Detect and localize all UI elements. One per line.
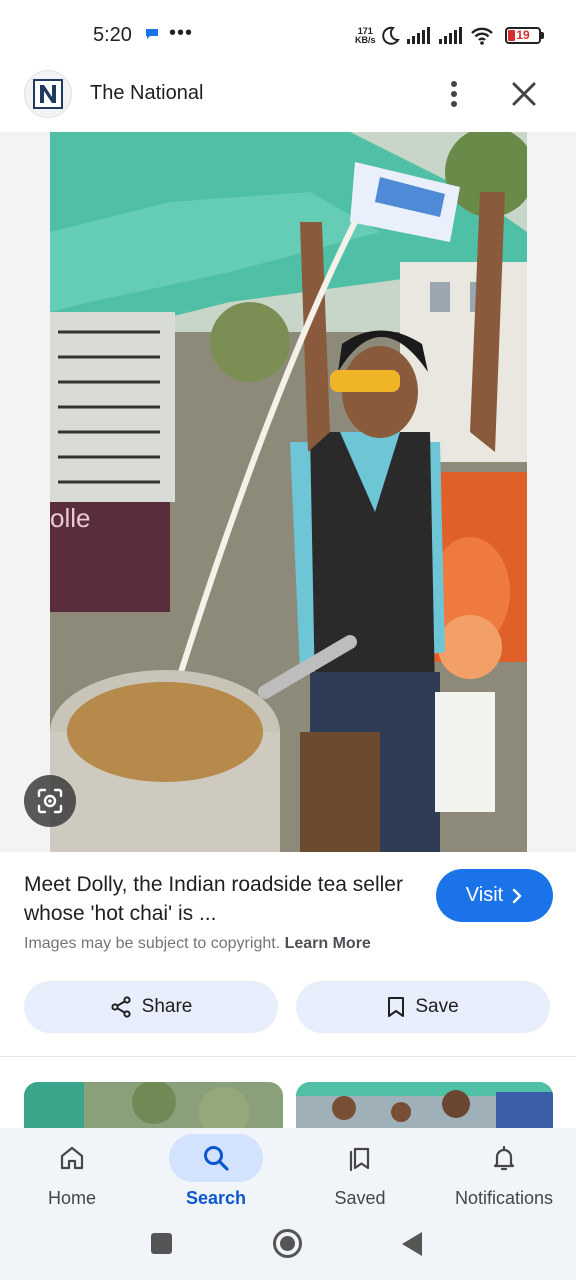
more-options-icon[interactable]: [440, 78, 468, 110]
related-image-2[interactable]: [296, 1082, 553, 1130]
site-logo[interactable]: [24, 70, 72, 118]
wifi-icon: [471, 27, 493, 45]
image-viewer: olle: [0, 132, 576, 852]
share-button[interactable]: Share: [24, 981, 278, 1033]
status-icons: [380, 24, 494, 48]
message-icon: [146, 29, 158, 39]
network-speed: 171 KB/s: [355, 27, 376, 45]
divider: [0, 1056, 576, 1057]
nav-search[interactable]: Search: [144, 1128, 288, 1220]
status-bar: 5:20 ••• 171 KB/s 19: [0, 0, 576, 70]
bookmark-icon: [388, 997, 405, 1017]
search-icon: [196, 1142, 236, 1174]
share-icon: [111, 996, 131, 1018]
bell-icon: [484, 1142, 524, 1174]
copyright-text: Images may be subject to copyright.: [24, 935, 281, 952]
signal-icon-2: [439, 27, 462, 44]
main-image[interactable]: olle: [50, 132, 527, 852]
learn-more-link[interactable]: Learn More: [285, 935, 371, 952]
site-title[interactable]: The National: [90, 82, 203, 105]
battery-percent: 19: [516, 28, 530, 42]
copyright-notice: Images may be subject to copyright. Lear…: [24, 935, 371, 953]
back-button[interactable]: [402, 1232, 422, 1256]
nav-home-label: Home: [47, 1188, 96, 1208]
share-label: Share: [141, 996, 193, 1017]
chevron-right-icon: [513, 888, 522, 903]
related-image-2-preview: [296, 1082, 553, 1130]
bottom-navigation: Home Search Saved Notifications: [0, 1128, 576, 1220]
nav-notifications-label: Notifications: [454, 1188, 554, 1208]
related-image-1-preview: [24, 1082, 283, 1130]
lens-search-button[interactable]: [24, 775, 76, 827]
battery-tip: [541, 32, 544, 39]
lens-camera-icon: [37, 788, 63, 814]
saved-icon: [340, 1142, 380, 1174]
moon-icon: [382, 26, 400, 45]
network-speed-unit: KB/s: [355, 35, 376, 45]
nav-saved-label: Saved: [334, 1188, 386, 1208]
recent-apps-button[interactable]: [151, 1233, 172, 1254]
visit-button-label: Visit: [465, 884, 504, 906]
related-image-1[interactable]: [24, 1082, 283, 1130]
the-national-logo-icon: [33, 79, 63, 109]
viewer-header: The National: [0, 70, 576, 132]
save-button[interactable]: Save: [296, 981, 550, 1033]
status-time: 5:20: [93, 24, 132, 46]
battery-icon: 19: [505, 27, 541, 44]
save-label: Save: [415, 996, 459, 1017]
system-home-button[interactable]: [273, 1229, 302, 1258]
nav-saved[interactable]: Saved: [288, 1128, 432, 1220]
nav-notifications[interactable]: Notifications: [432, 1128, 576, 1220]
home-icon: [52, 1142, 92, 1174]
result-title[interactable]: Meet Dolly, the Indian roadside tea sell…: [24, 870, 424, 928]
system-navigation: [0, 1220, 576, 1280]
main-image-illustration: olle: [50, 132, 527, 852]
close-icon[interactable]: [508, 78, 540, 110]
status-more-dots: •••: [169, 22, 194, 44]
nav-search-label: Search: [185, 1188, 247, 1208]
nav-home[interactable]: Home: [0, 1128, 144, 1220]
signal-icon: [407, 27, 430, 44]
svg-text:olle: olle: [50, 503, 90, 533]
visit-button[interactable]: Visit: [436, 869, 553, 922]
